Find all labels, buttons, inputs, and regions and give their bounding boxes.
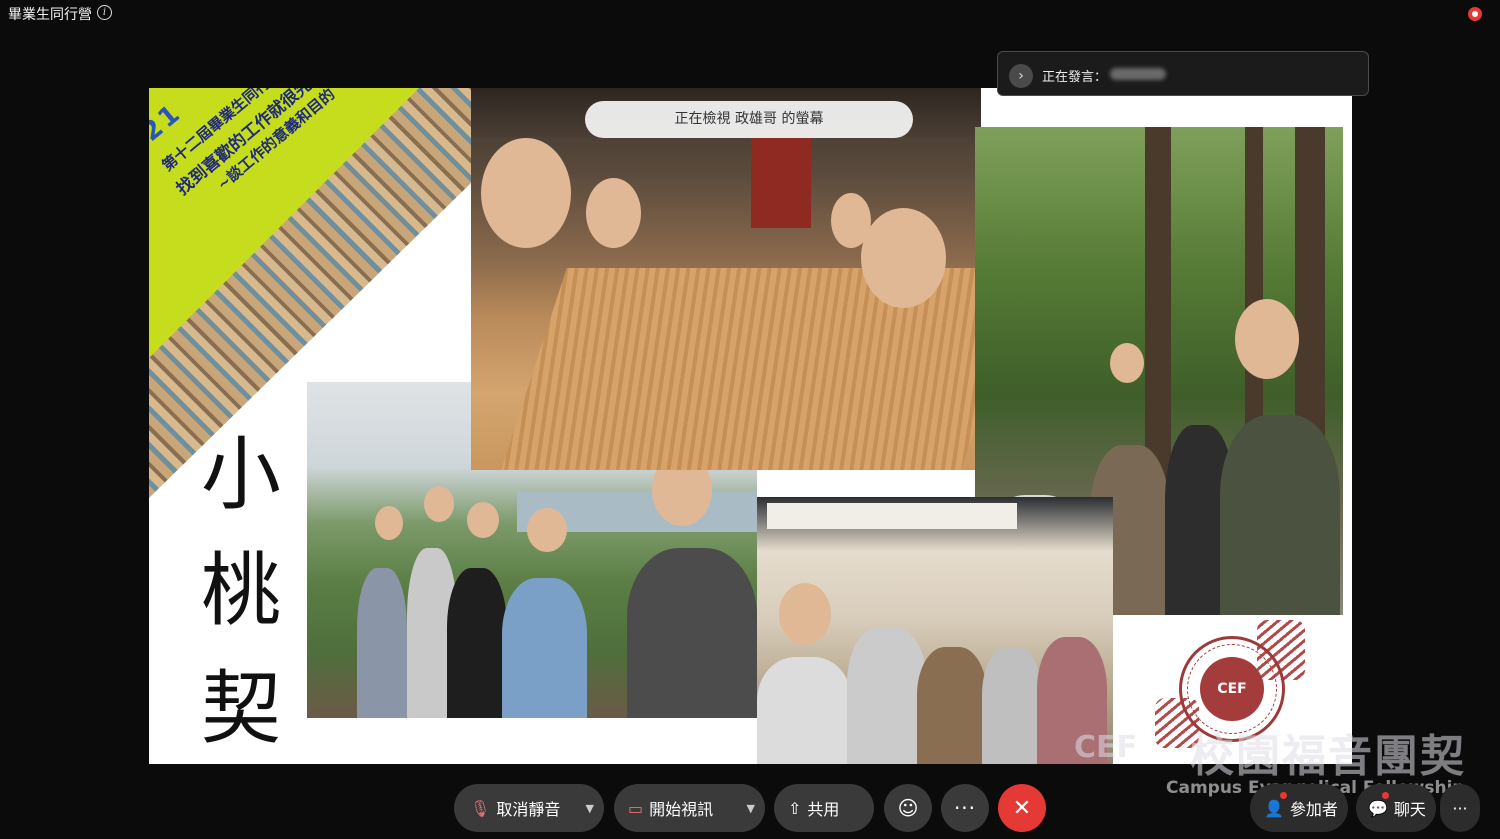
screen-share-notice: 正在檢視 政雄哥 的螢幕	[585, 101, 913, 138]
start-video-label: 開始視訊	[649, 800, 714, 819]
leave-meeting-button[interactable]: ✕	[998, 784, 1046, 832]
speaker-name-blurred	[1110, 68, 1166, 80]
close-icon: ✕	[1012, 795, 1032, 821]
mall-group-photo	[757, 497, 1113, 764]
share-label: 共用	[807, 800, 840, 819]
speaking-label: 正在發言：	[1042, 70, 1108, 85]
video-off-icon: ▭	[628, 798, 644, 818]
info-icon[interactable]: i	[97, 5, 112, 20]
meeting-title: 畢業生同行營	[8, 7, 92, 23]
participants-label: 參加者	[1289, 800, 1338, 819]
unmute-button[interactable]: 🎙 取消靜音 ▼	[454, 784, 604, 832]
people-group	[757, 583, 1113, 764]
more-icon: ···	[1452, 798, 1468, 818]
start-video-button[interactable]: ▭ 開始視訊 ▼	[614, 784, 765, 832]
title-char-2: 桃	[201, 544, 281, 637]
meeting-top-bar: 畢業生同行營 i	[0, 0, 1500, 26]
notification-dot	[1382, 792, 1389, 799]
shared-screen-slide: 2021 第十二屆畢業生同行營 找到喜歡的工作就很完美了? ~談工作的意義和目的…	[149, 88, 1352, 764]
cef-watermark-logo: CEF	[1074, 730, 1138, 765]
cef-watermark-chinese: 校園福音團契	[1190, 731, 1466, 782]
shop-sign	[767, 503, 1017, 529]
recording-indicator-icon[interactable]	[1468, 7, 1482, 21]
unmute-label: 取消靜音	[496, 800, 561, 819]
title-char-1: 小	[201, 428, 281, 521]
chevron-right-icon[interactable]: ›	[1009, 64, 1033, 88]
chat-button[interactable]: 💬 聊天	[1356, 784, 1436, 832]
more-options-button[interactable]: ···	[941, 784, 989, 832]
chat-label: 聊天	[1393, 800, 1426, 819]
participants-button[interactable]: 👤 參加者	[1250, 784, 1348, 832]
seal-text: CEF	[1200, 657, 1264, 721]
share-button[interactable]: ⇧ 共用	[774, 784, 874, 832]
chevron-down-icon[interactable]: ▼	[586, 802, 604, 815]
title-char-3: 契	[201, 662, 281, 755]
reactions-button[interactable]: ☺	[884, 784, 932, 832]
red-pillar	[751, 138, 811, 228]
emoji-icon: ☺	[897, 796, 919, 820]
people-group	[307, 454, 757, 718]
share-icon: ⇧	[788, 798, 802, 818]
chat-bubble-icon: 💬	[1368, 798, 1388, 818]
person-icon: 👤	[1264, 798, 1284, 818]
active-speaker-panel: › 正在發言：	[997, 51, 1369, 96]
restaurant-group-photo	[471, 88, 981, 470]
more-icon: ···	[953, 796, 977, 820]
microphone-muted-icon: 🎙	[470, 798, 491, 818]
panel-more-button[interactable]: ···	[1440, 784, 1480, 832]
chevron-down-icon[interactable]: ▼	[747, 802, 765, 815]
notification-dot	[1280, 792, 1287, 799]
